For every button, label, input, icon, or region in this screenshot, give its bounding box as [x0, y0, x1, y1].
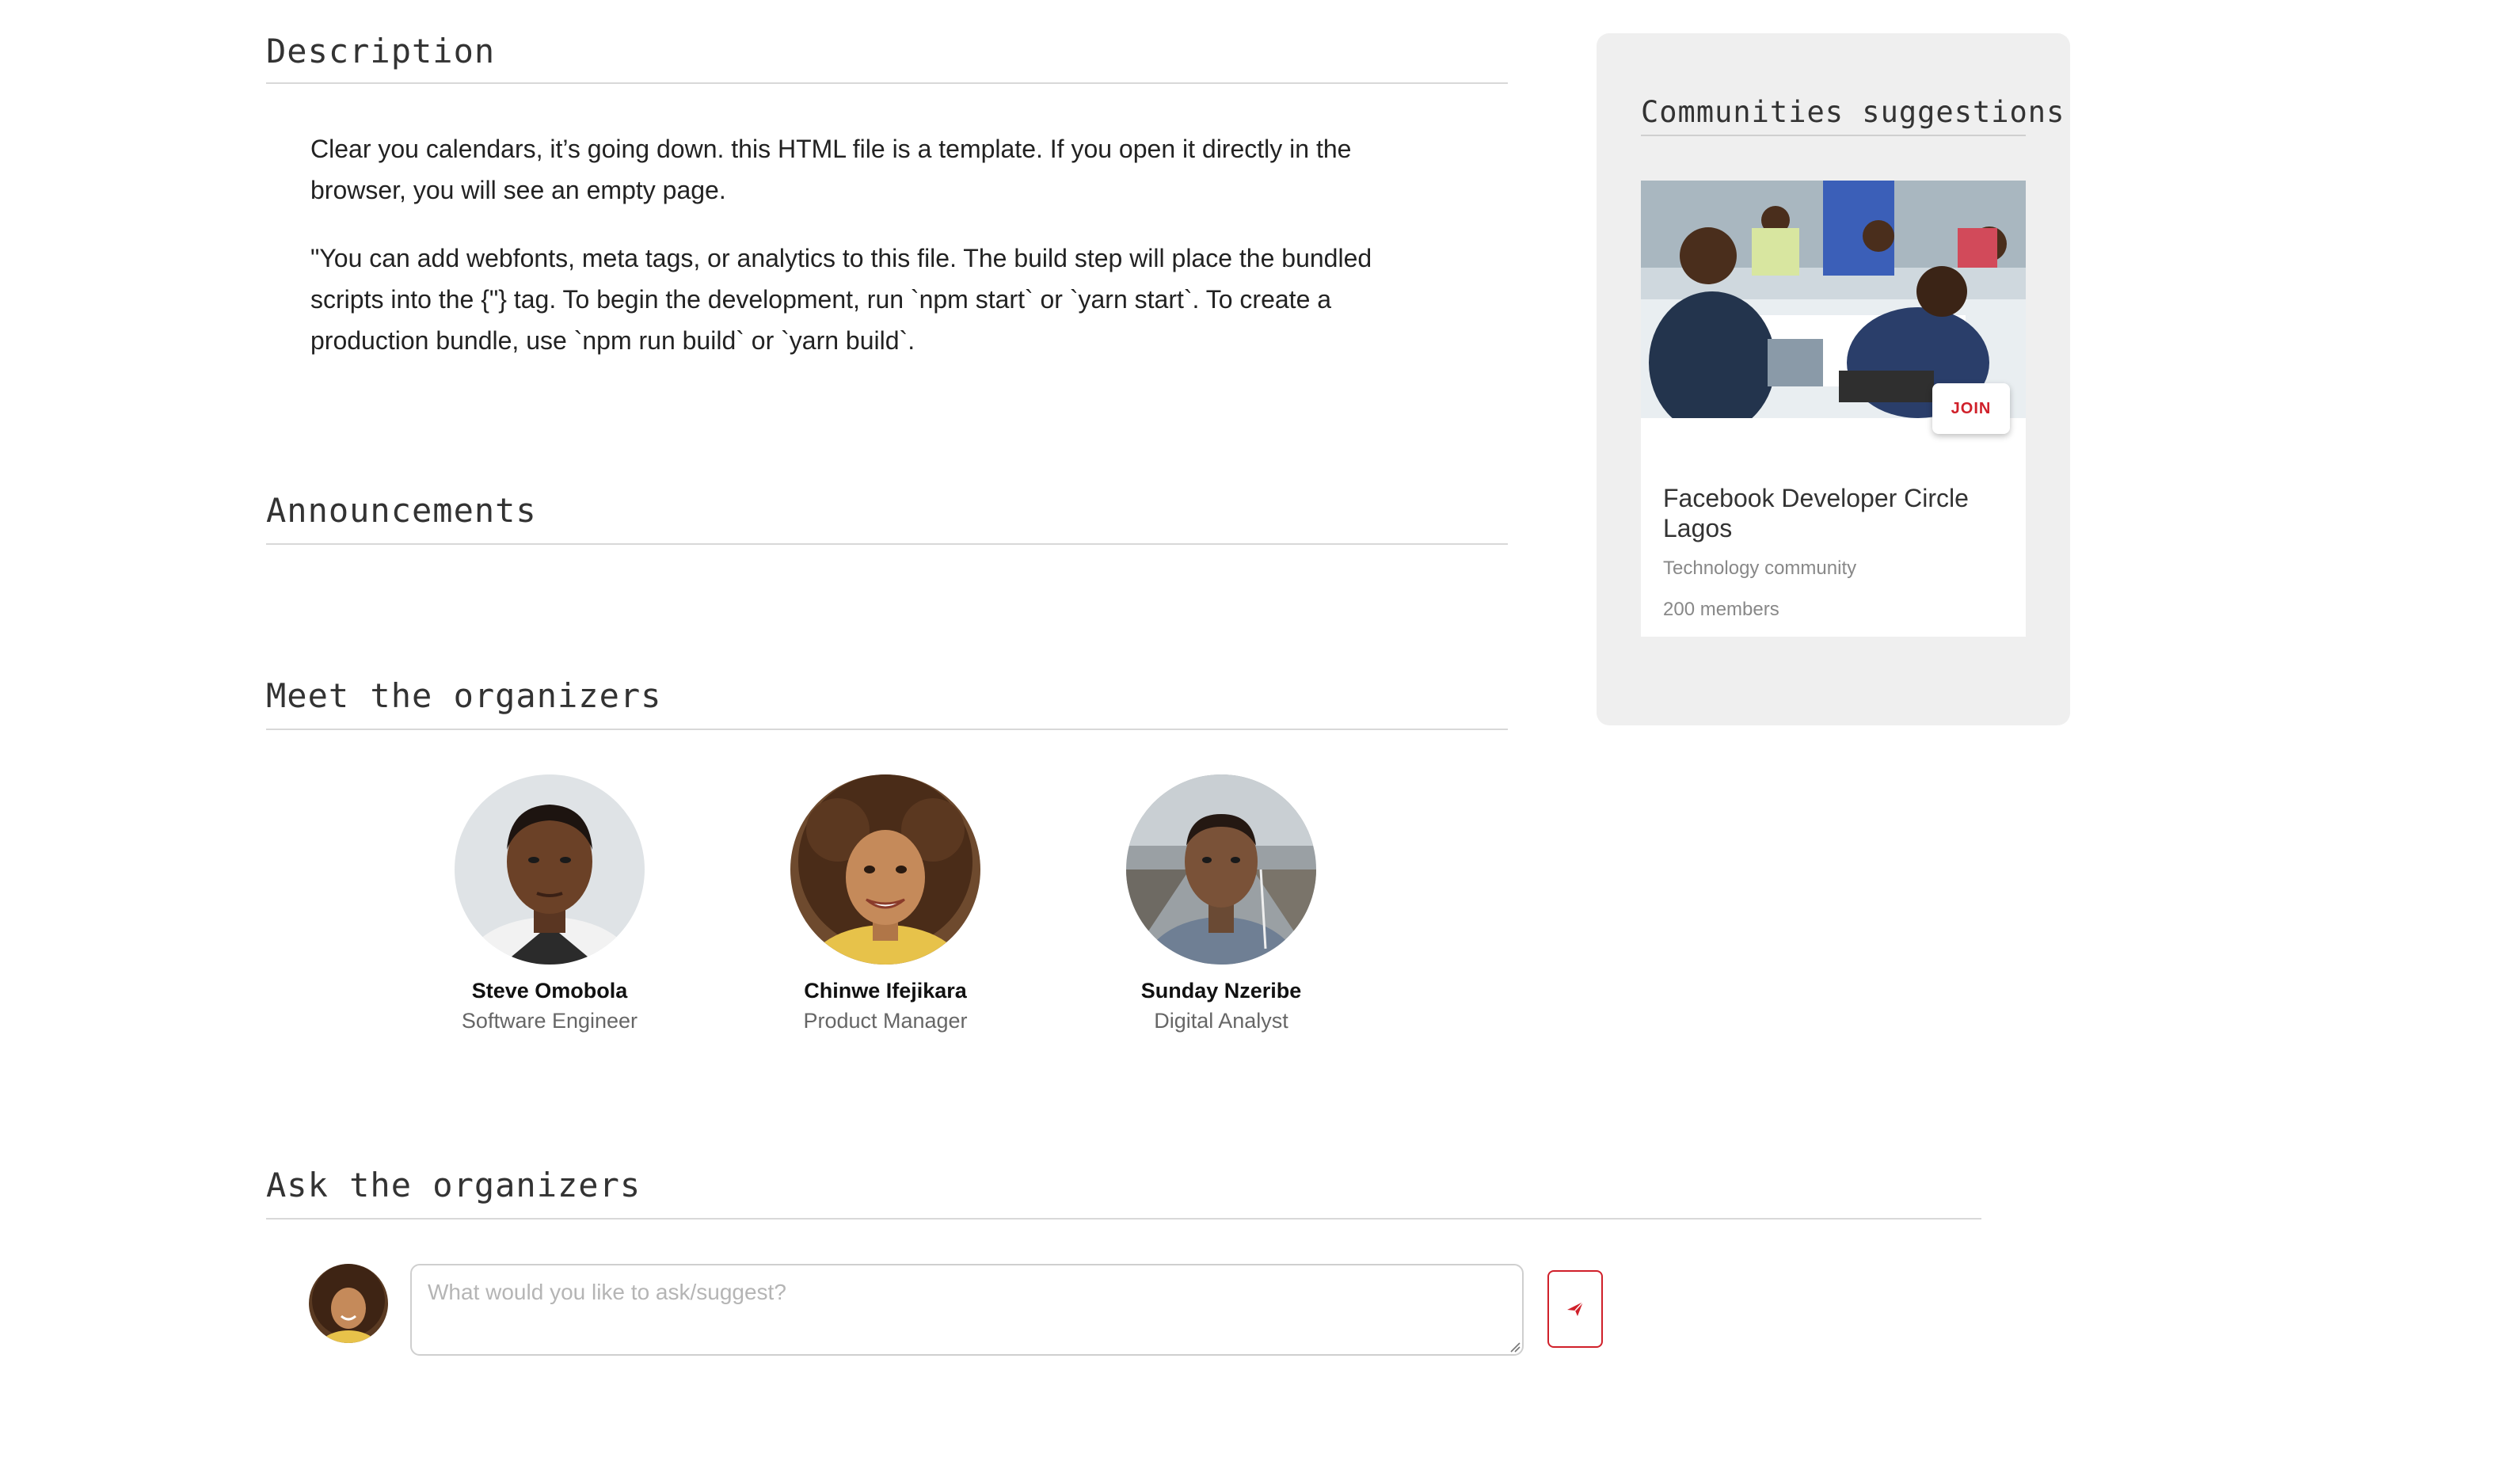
organizer-avatar [1126, 774, 1316, 965]
organizer-avatar [790, 774, 980, 965]
send-button[interactable] [1547, 1270, 1603, 1348]
description-paragraph-2: "You can add webfonts, meta tags, or ana… [310, 244, 1372, 355]
description-divider [266, 82, 1508, 84]
announcements-title: Announcements [266, 491, 537, 530]
ask-input[interactable] [410, 1264, 1524, 1356]
current-user-avatar [309, 1264, 388, 1343]
community-type: Technology community [1663, 557, 1857, 579]
organizer-role: Software Engineer [461, 1009, 638, 1033]
sidebar-title: Communities suggestions [1641, 95, 2065, 129]
sidebar-divider [1641, 135, 2026, 136]
organizer-name: Steve Omobola [471, 979, 628, 1003]
community-card[interactable]: JOIN Facebook Developer Circle Lagos Tec… [1641, 181, 2026, 637]
announcements-divider [266, 543, 1508, 545]
organizer-name: Sunday Nzeribe [1140, 979, 1302, 1003]
description-title: Description [266, 32, 496, 70]
organizer-role: Digital Analyst [1154, 1009, 1288, 1033]
organizer-card[interactable]: Chinwe Ifejikara Product Manager [767, 774, 1004, 1036]
organizer-card[interactable]: Steve Omobola Software Engineer [431, 774, 668, 1036]
organizer-card[interactable]: Sunday Nzeribe Digital Analyst [1102, 774, 1340, 1036]
organizers-title: Meet the organizers [266, 676, 662, 715]
ask-divider [266, 1218, 1981, 1220]
organizer-name: Chinwe Ifejikara [804, 979, 967, 1003]
community-members: 200 members [1663, 599, 1779, 620]
description-paragraph-1: Clear you calendars, it’s going down. th… [310, 135, 1352, 204]
paper-plane-icon [1567, 1301, 1584, 1316]
organizer-role: Product Manager [803, 1009, 968, 1033]
organizer-avatar [455, 774, 645, 965]
ask-title: Ask the organizers [266, 1166, 641, 1204]
resize-handle-icon[interactable] [1509, 1341, 1521, 1353]
communities-sidebar: Communities suggestions JOIN Facebook De… [1597, 33, 2070, 725]
community-name[interactable]: Facebook Developer Circle Lagos [1663, 483, 2012, 543]
organizers-divider [266, 729, 1508, 730]
join-button[interactable]: JOIN [1932, 383, 2010, 434]
community-photo [1641, 181, 2026, 418]
